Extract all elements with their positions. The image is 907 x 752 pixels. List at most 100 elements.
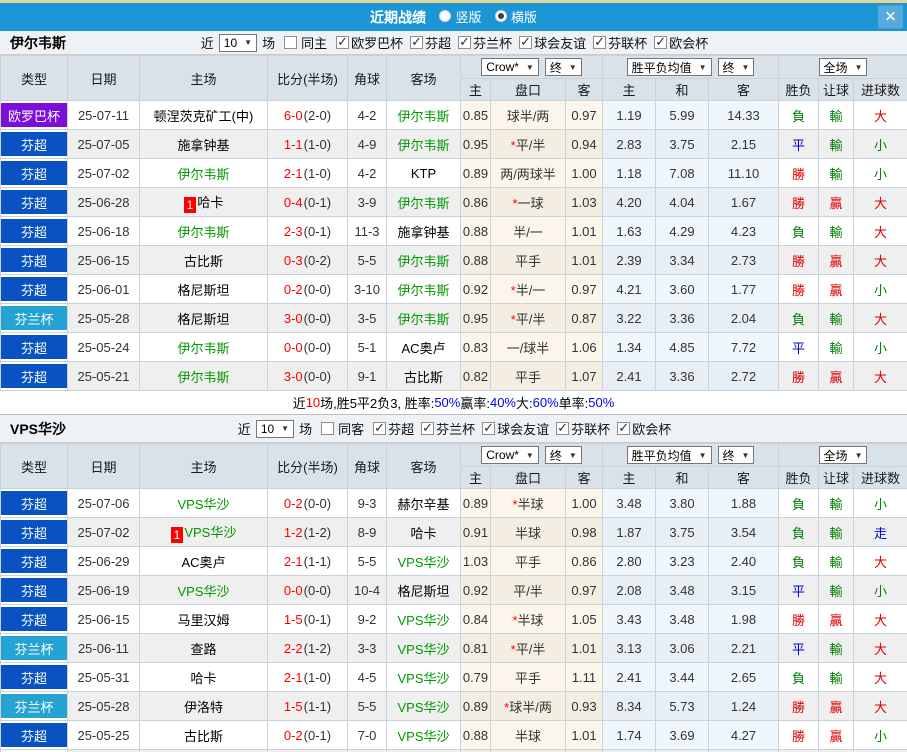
win-odds: 2.41 — [602, 361, 656, 391]
dropdown-arrow-icon: ▼ — [568, 62, 577, 72]
same-venue-label: 同主 — [301, 36, 328, 51]
column-subheader: 主 — [460, 466, 491, 489]
score-cell: 3-0(0-0) — [267, 303, 348, 333]
europe-odds-select[interactable]: 胜平负均值 ▼ — [626, 58, 712, 76]
handicap-result: 輸 — [818, 129, 855, 159]
league-checkbox[interactable] — [410, 34, 424, 50]
league-checkbox[interactable] — [373, 420, 387, 436]
select-value: 全场 — [823, 448, 848, 463]
same-venue-checkbox[interactable] — [321, 422, 335, 435]
header-dropdowns: 胜平负均值 ▼ 终 ▼ — [604, 446, 778, 464]
league-type-badge: 欧罗巴杯 — [1, 103, 67, 127]
column-header: 日期 — [67, 443, 140, 489]
away-team-name: 伊尔韦斯 — [397, 137, 450, 153]
league-checkbox[interactable] — [458, 34, 472, 50]
league-label: 芬兰杯 — [436, 422, 476, 437]
match-tables-container: 伊尔韦斯近10▼场同主欧罗巴杯芬超芬兰杯球会友谊芬联杯欧会杯类型日期主场比分(半… — [0, 31, 907, 752]
handicap-home-odds: 0.82 — [460, 361, 491, 391]
fulltime-score: 0-3 — [283, 252, 303, 268]
draw-odds: 5.73 — [655, 691, 709, 721]
league-checkbox[interactable] — [519, 34, 533, 50]
header-group-row: 类型 日期 主场 比分(半场) 角球 客场 Crow* ▼ 终 ▼ 胜平负均值 ▼ 终 ▼ 全场 ▼ — [0, 55, 907, 101]
league-checkbox[interactable] — [654, 34, 668, 50]
league-type-cell: 芬超 — [0, 488, 68, 518]
radio-vertical-label: 竖版 — [455, 9, 482, 25]
match-result: 勝 — [778, 187, 820, 217]
header-dropdowns: 全场 ▼ — [780, 58, 907, 76]
halftime-score: (0-0) — [303, 339, 332, 355]
recent-count-select[interactable]: 10 ▼ — [218, 33, 258, 52]
league-checkbox[interactable] — [617, 420, 631, 436]
handicap-away-odds: 1.06 — [565, 332, 603, 362]
match-result: 勝 — [778, 604, 820, 634]
home-team-cell: 古比斯 — [139, 245, 268, 275]
league-checkbox[interactable] — [593, 34, 607, 50]
match-date: 25-05-28 — [67, 303, 140, 333]
odds-stage-select[interactable]: 终 ▼ — [544, 446, 582, 464]
odds-company-select[interactable]: Crow* ▼ — [481, 58, 539, 76]
win-odds: 1.87 — [602, 517, 656, 547]
team-name: VPS华沙 — [10, 420, 67, 437]
away-win-odds: 2.40 — [707, 546, 780, 576]
rank-badge: 1 — [183, 196, 197, 213]
column-subheader: 客 — [707, 466, 780, 489]
league-label: 欧会杯 — [669, 36, 709, 51]
corner-score: 5-5 — [347, 245, 387, 275]
halftime-score: (1-2) — [303, 640, 332, 656]
dropdown-arrow-icon: ▼ — [568, 450, 577, 460]
score-cell: 0-4(0-1) — [267, 187, 348, 217]
match-row: 芬超 25-07-05 施拿钟基 1-1(1-0) 4-9 伊尔韦斯 0.95 *平/半 0.9… — [0, 129, 907, 159]
league-type-badge: 芬超 — [1, 364, 67, 388]
column-subheader: 和 — [655, 78, 709, 101]
score-cell: 2-1(1-0) — [267, 158, 348, 188]
away-win-odds: 1.77 — [707, 274, 780, 304]
close-icon[interactable]: ✕ — [878, 5, 903, 29]
rank-badge: 1 — [170, 526, 184, 543]
league-type-cell: 芬超 — [0, 129, 68, 159]
away-team-name: 伊尔韦斯 — [397, 195, 450, 211]
radio-horizontal[interactable]: 横版 — [494, 7, 537, 26]
draw-odds: 3.48 — [655, 604, 709, 634]
same-venue-checkbox[interactable] — [284, 36, 298, 49]
scope-select[interactable]: 全场 ▼ — [818, 58, 868, 76]
draw-odds: 3.44 — [655, 662, 709, 692]
league-type-badge: 芬超 — [1, 491, 67, 515]
league-type-cell: 芬超 — [0, 274, 68, 304]
corner-score: 11-3 — [347, 216, 387, 246]
odds-company-select[interactable]: Crow* ▼ — [481, 446, 539, 464]
handicap-line-text: 半球 — [514, 525, 541, 541]
summary-segment: 单率: — [558, 396, 589, 411]
odds-stage-select[interactable]: 终 ▼ — [544, 58, 582, 76]
column-header: 主场 — [139, 443, 268, 489]
handicap-home-odds: 0.84 — [460, 604, 491, 634]
league-checkbox[interactable] — [556, 420, 570, 436]
score-cell: 0-2(0-0) — [267, 488, 348, 518]
recent-count-select[interactable]: 10 ▼ — [255, 419, 295, 438]
league-checkbox[interactable] — [421, 420, 435, 436]
home-team-name: AC奥卢 — [181, 554, 226, 570]
europe-stage-select[interactable]: 终 ▼ — [717, 58, 755, 76]
scope-select[interactable]: 全场 ▼ — [818, 446, 868, 464]
radio-vertical[interactable]: 竖版 — [439, 7, 482, 26]
league-type-cell: 欧罗巴杯 — [0, 100, 68, 130]
fulltime-score: 0-0 — [283, 582, 303, 598]
corner-score: 4-5 — [347, 662, 387, 692]
league-label: 欧会杯 — [632, 422, 672, 437]
league-type-badge: 芬兰杯 — [1, 306, 67, 330]
away-team-name: 哈卡 — [410, 525, 437, 541]
handicap-result: 輸 — [818, 546, 855, 576]
europe-stage-select[interactable]: 终 ▼ — [717, 446, 755, 464]
handicap-line: 一/球半 — [490, 332, 566, 362]
odds-company-group: Crow* ▼ 终 ▼ — [460, 443, 603, 467]
away-team-name: VPS华沙 — [397, 612, 450, 628]
europe-odds-select[interactable]: 胜平负均值 ▼ — [626, 446, 712, 464]
home-team-name: 施拿钟基 — [177, 137, 230, 153]
league-checkbox[interactable] — [336, 34, 350, 50]
score-cell: 2-3(0-1) — [267, 216, 348, 246]
summary-segment: 大: — [516, 396, 533, 411]
away-win-odds: 2.72 — [707, 361, 780, 391]
draw-odds: 4.85 — [655, 332, 709, 362]
win-odds: 2.39 — [602, 245, 656, 275]
handicap-line-text: 半球 — [514, 728, 541, 744]
league-checkbox[interactable] — [482, 420, 496, 436]
